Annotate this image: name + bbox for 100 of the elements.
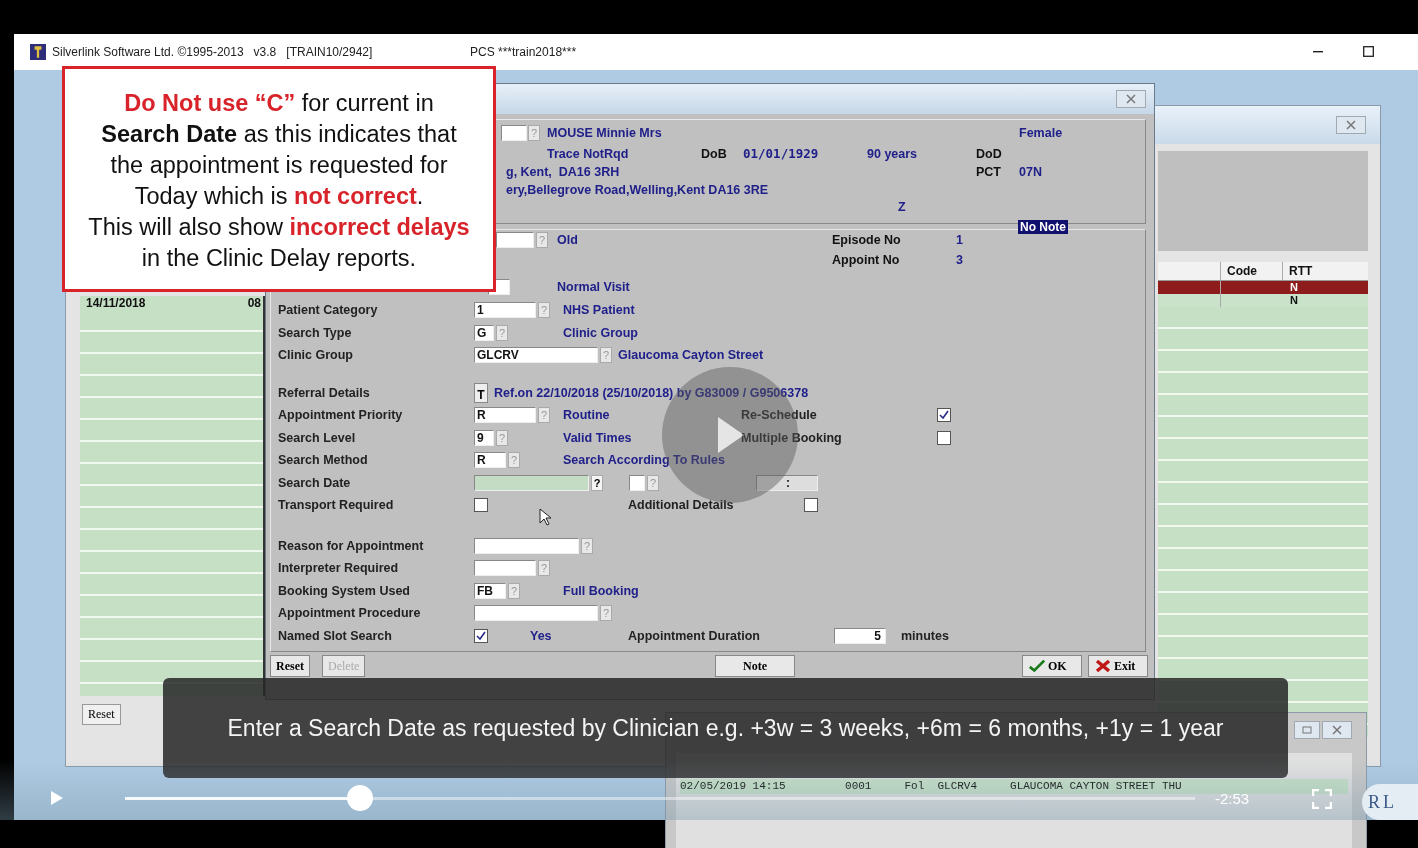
patient-age: 90 years: [867, 147, 918, 161]
unit-label: minutes: [901, 628, 949, 643]
field-description: Clinic Group: [563, 325, 638, 340]
dialog-button[interactable]: Exit: [1088, 655, 1148, 677]
window-title: Silverlink Software Ltd. ©1995-2013 v3.8 [TRAIN10/2942]: [52, 45, 373, 59]
checkbox[interactable]: [804, 498, 818, 513]
field-label: Appointment Procedure: [278, 606, 422, 621]
input-field[interactable]: G: [474, 324, 494, 341]
patient-gender: Female: [1019, 126, 1063, 140]
referral-button[interactable]: T: [474, 382, 488, 403]
close-icon[interactable]: [1116, 90, 1146, 108]
field-label: Search Date: [278, 475, 352, 490]
field-label: Interpreter Required: [278, 561, 400, 576]
field-label: Booking System Used: [278, 583, 411, 598]
list-row[interactable]: 02/05/2019 14:15 0001 Fol GLCRV4 GLAUCOMA CAYTON STREET THU: [680, 779, 1348, 794]
field-label: Appointment Priority: [278, 408, 404, 423]
table-row[interactable]: N: [1158, 294, 1368, 307]
checkbox[interactable]: [937, 430, 951, 445]
close-icon[interactable]: [1336, 116, 1366, 134]
table-cell: 14/11/2018: [86, 296, 146, 310]
cursor-icon: [539, 508, 551, 526]
field-label: Additional Details: [628, 498, 735, 513]
flag-text: Z: [898, 200, 906, 214]
input-field[interactable]: [474, 474, 589, 491]
input-field[interactable]: [474, 560, 536, 577]
visit-status: Old: [557, 233, 578, 247]
field-label: Appoint No: [832, 253, 900, 267]
column-header: RTT: [1282, 262, 1344, 280]
field-description: Full Booking: [563, 583, 639, 598]
checkbox[interactable]: [474, 498, 488, 513]
field-label: Search Type: [278, 325, 353, 340]
table-row[interactable]: N: [1158, 281, 1368, 294]
table-cell: 08: [247, 296, 261, 310]
address-line: ery,Bellegrove Road,Welling,Kent DA16 3RE: [506, 183, 769, 197]
field-description: Ref.on 22/10/2018 (25/10/2018) by G83009 / G9506378: [494, 385, 809, 400]
appointment-number: 3: [956, 253, 963, 267]
table-cell-text: N: [1289, 294, 1299, 307]
column-header: Code: [1220, 262, 1282, 280]
field-label: Referral Details: [278, 385, 371, 400]
field-label: DoD: [976, 147, 1002, 161]
restore-icon[interactable]: [1294, 721, 1320, 739]
field-label: Episode No: [832, 233, 901, 247]
dialog-button[interactable]: OK: [1022, 655, 1082, 677]
episode-number: 1: [956, 233, 963, 247]
cross-icon: [1094, 659, 1112, 673]
input-field[interactable]: 1: [474, 302, 536, 319]
logo-text: RL: [1362, 784, 1418, 820]
input-field[interactable]: 5: [834, 627, 886, 644]
address-line: g, Kent, DA16 3RH: [506, 165, 620, 179]
field-label: Reason for Appointment: [278, 538, 425, 553]
input-field[interactable]: [629, 474, 645, 491]
field-description: Valid Times: [563, 430, 632, 445]
field-label: Named Slot Search: [278, 628, 393, 643]
check-icon: [1028, 659, 1046, 673]
close-icon[interactable]: [1322, 721, 1352, 739]
field-description: Routine: [563, 408, 610, 423]
patient-name: MOUSE Minnie Mrs: [547, 126, 662, 140]
input-field[interactable]: FB: [474, 582, 506, 599]
id-field[interactable]: [501, 125, 527, 141]
window-button[interactable]: Reset: [82, 704, 121, 725]
input-field[interactable]: R: [474, 407, 536, 424]
minimize-icon[interactable]: [1313, 51, 1323, 53]
visit-type: Normal Visit: [557, 280, 630, 294]
input-field[interactable]: R: [474, 452, 506, 469]
field-label: DoB: [701, 147, 727, 161]
field-description: Search According To Rules: [563, 453, 725, 468]
field-description: Yes: [530, 628, 552, 643]
field-label: Clinic Group: [278, 348, 354, 363]
window-subtitle: PCS ***train2018***: [470, 45, 577, 59]
note-label: No Note: [1018, 220, 1068, 234]
visit-field[interactable]: [496, 232, 534, 248]
checkbox[interactable]: [937, 408, 951, 423]
progress-thumb[interactable]: [347, 785, 374, 811]
field-label: Transport Required: [278, 498, 395, 513]
dialog-button[interactable]: Note: [715, 655, 795, 677]
field-label: PCT: [976, 165, 1001, 179]
app-icon: [30, 44, 46, 60]
field-label: Search Level: [278, 430, 357, 445]
date-of-birth: 01/01/1929: [743, 146, 819, 161]
dialog-button[interactable]: Reset: [270, 655, 310, 677]
input-field[interactable]: GLCRV: [474, 347, 598, 364]
field-label: Re-Schedule: [741, 408, 818, 423]
field-description: NHS Patient: [563, 303, 635, 318]
field-description: Glaucoma Cayton Street: [618, 348, 764, 363]
video-caption: Enter a Search Date as requested by Clinician e.g. +3w = 3 weeks, +6m = 6 months, +1y = 1 year: [163, 678, 1288, 778]
field-label: Patient Category: [278, 303, 379, 318]
pct-code: 07N: [1019, 165, 1042, 179]
field-label: Search Method: [278, 453, 369, 468]
input-field[interactable]: 9: [474, 429, 494, 446]
time-field[interactable]: :: [756, 474, 818, 491]
field-label: Multiple Booking: [741, 430, 841, 445]
table-cell-text: N: [1289, 281, 1299, 294]
maximize-icon[interactable]: [1363, 46, 1374, 57]
input-field[interactable]: [474, 537, 579, 554]
help-button[interactable]: ?: [591, 474, 603, 491]
checkbox[interactable]: [474, 628, 488, 643]
input-field[interactable]: [474, 605, 598, 622]
annotation-callout: Do Not use “C” for current in Search Date as this indicates that the appointment is requested for Today which is not correct. This will also show incorrect delays in the Clinic Delay reports.: [62, 66, 496, 292]
field-label: Appointment Duration: [628, 628, 761, 643]
trace-status: Trace NotRqd: [547, 147, 629, 161]
